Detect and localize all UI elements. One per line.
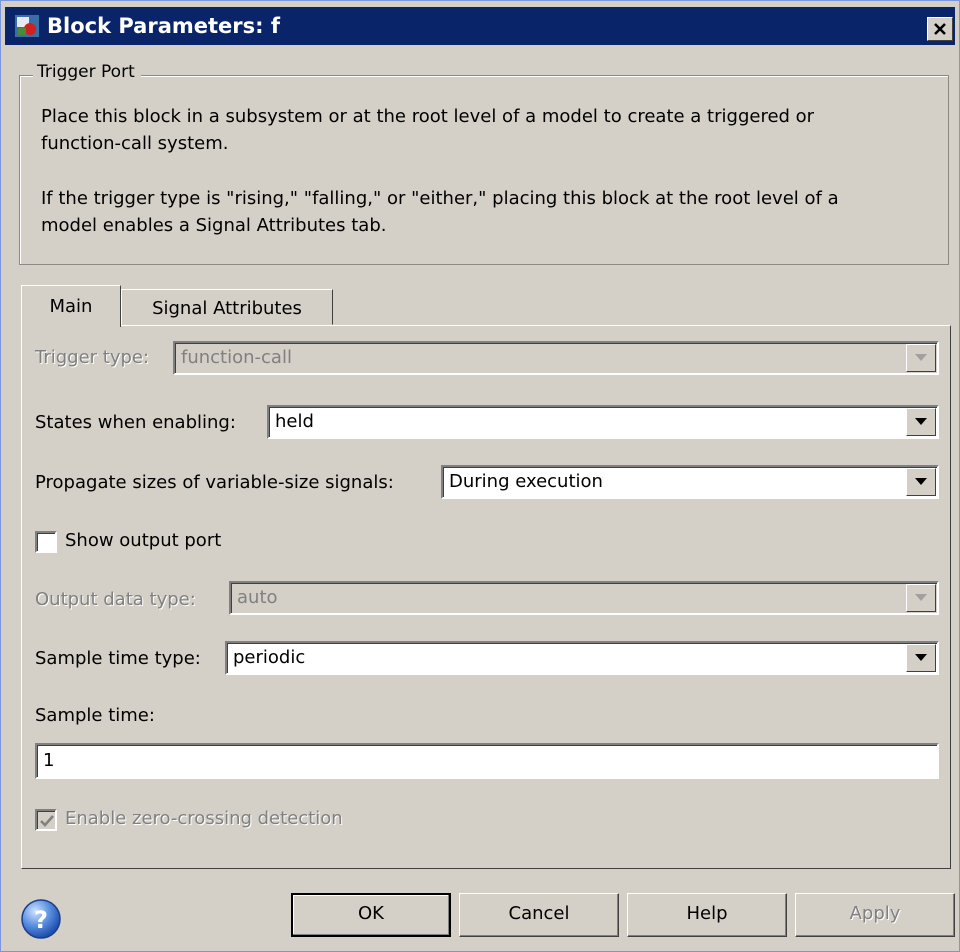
dropdown-button[interactable] [906, 468, 936, 496]
trigger-type-value: function-call [181, 347, 292, 368]
dropdown-button [906, 584, 936, 612]
propagate-sizes-label: Propagate sizes of variable-size signals… [35, 472, 394, 493]
output-data-type-select: auto [229, 581, 939, 615]
output-data-type-label: Output data type: [35, 589, 196, 610]
sample-time-input[interactable]: 1 [35, 743, 939, 779]
title-bar[interactable]: Block Parameters: f [5, 7, 955, 45]
close-button[interactable] [927, 17, 953, 41]
description-line-1: Place this block in a subsystem or at th… [41, 106, 815, 127]
sample-time-label: Sample time: [35, 705, 155, 726]
dropdown-button[interactable] [906, 644, 936, 672]
description-line-3: If the trigger type is "rising," "fallin… [41, 188, 839, 209]
help-button[interactable]: Help [627, 893, 787, 937]
description-line-4: model enables a Signal Attributes tab. [41, 215, 387, 236]
dialog-window: Block Parameters: f Trigger Port Place t… [0, 0, 960, 952]
sample-time-type-label: Sample time type: [35, 648, 201, 669]
show-output-port-label[interactable]: Show output port [65, 530, 221, 551]
group-legend: Trigger Port [33, 62, 141, 82]
sample-time-value: 1 [43, 750, 55, 771]
sample-time-type-value: periodic [233, 647, 306, 668]
svg-text:?: ? [34, 906, 48, 934]
chevron-down-icon [915, 654, 927, 661]
chevron-down-icon [915, 418, 927, 425]
description-line-2: function-call system. [41, 133, 229, 154]
window-title: Block Parameters: f [47, 14, 280, 38]
cancel-button[interactable]: Cancel [459, 893, 619, 937]
states-when-enabling-label: States when enabling: [35, 412, 236, 433]
simulink-block-icon [15, 15, 39, 37]
tab-signal-attributes[interactable]: Signal Attributes [121, 289, 333, 325]
propagate-sizes-select[interactable]: During execution [441, 465, 939, 499]
checkmark-icon [40, 815, 54, 827]
chevron-down-icon [915, 594, 927, 601]
apply-button: Apply [795, 893, 955, 937]
states-when-enabling-select[interactable]: held [267, 405, 939, 439]
zero-crossing-checkbox [35, 809, 57, 831]
states-when-enabling-value: held [275, 411, 314, 432]
chevron-down-icon [915, 478, 927, 485]
tab-main[interactable]: Main [21, 285, 121, 327]
chevron-down-icon [915, 354, 927, 361]
trigger-type-select: function-call [173, 341, 939, 375]
zero-crossing-label: Enable zero-crossing detection [65, 808, 343, 829]
ok-button[interactable]: OK [291, 893, 451, 937]
output-data-type-value: auto [237, 587, 278, 608]
show-output-port-checkbox[interactable] [35, 531, 57, 553]
dropdown-button [906, 344, 936, 372]
question-mark-icon[interactable]: ? [19, 897, 63, 941]
propagate-sizes-value: During execution [449, 471, 603, 492]
sample-time-type-select[interactable]: periodic [225, 641, 939, 675]
trigger-type-label: Trigger type: [35, 347, 150, 368]
dropdown-button[interactable] [906, 408, 936, 436]
